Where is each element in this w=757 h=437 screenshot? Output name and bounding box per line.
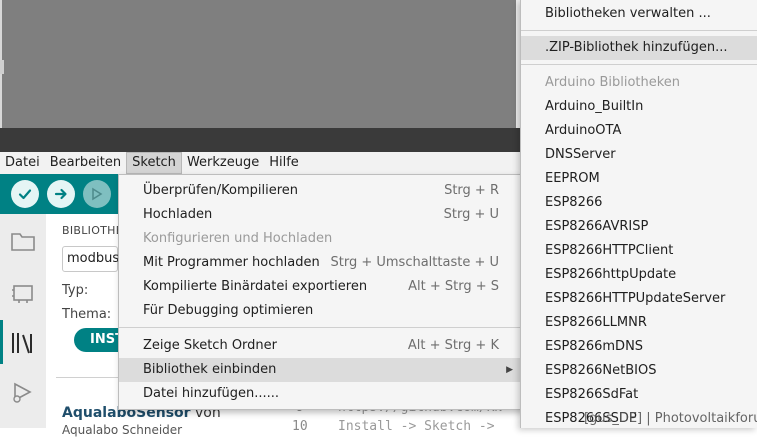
submenu-library-item[interactable]: ArduinoOTA [521,119,757,143]
submenu-library-item[interactable]: ESP8266NetBIOS [521,359,757,383]
submenu-library-item[interactable]: ESP8266LLMNR [521,311,757,335]
submenu-section-header: Arduino Bibliotheken [545,75,681,90]
line-number: 10 [292,419,308,434]
board-icon[interactable] [10,280,36,306]
menu-item-label: Zeige Sketch Ordner [143,338,278,353]
menu-item-label: Hochladen [143,207,213,222]
sketch-dropdown-menu: Überprüfen/Kompilieren Strg + R Hochlade… [118,174,522,410]
menu-datei[interactable]: Datei [0,152,45,174]
submenu-item-manage-libraries[interactable]: Bibliotheken verwalten ... [521,2,757,26]
menu-item-include-library[interactable]: Bibliothek einbinden ▶ [119,358,521,382]
include-library-submenu: Bibliotheken verwalten ... .ZIP-Biblioth… [520,0,757,428]
submenu-library-item[interactable]: ESP8266 [521,191,757,215]
library-entry-author: Aqualabo Schneider [62,423,183,437]
watermark: [gus_DE] | Photovoltaikforum [584,411,757,426]
menu-separator [521,30,757,31]
shortcut-label: Alt + Strg + S [408,279,499,294]
upload-button[interactable] [47,180,75,208]
code-line: Install -> Sketch -> [338,419,495,434]
submenu-library-item[interactable]: ESP8266AVRISP [521,215,757,239]
menu-item-show-folder[interactable]: Zeige Sketch Ordner Alt + Strg + K [119,334,521,358]
submenu-library-item[interactable]: ESP8266HTTPClient [521,239,757,263]
menu-item-label: Kompilierte Binärdatei exportieren [143,279,368,294]
submenu-library-item[interactable]: ESP8266mDNS [521,335,757,359]
menu-item-export-binary[interactable]: Kompilierte Binärdatei exportieren Alt +… [119,275,521,299]
menu-item-configure-upload: Konfigurieren und Hochladen [119,227,521,251]
menu-separator [521,64,757,65]
topic-filter-label: Thema: [62,307,112,322]
menu-item-optimize-debug[interactable]: Für Debugging optimieren [119,299,521,323]
menu-item-label: Datei hinzufügen...... [143,386,280,401]
menu-item-upload-programmer[interactable]: Mit Programmer hochladen Strg + Umschalt… [119,251,521,275]
folder-icon[interactable] [10,228,36,254]
menu-separator [119,327,521,328]
menu-item-add-file[interactable]: Datei hinzufügen...... [119,382,521,406]
shortcut-label: Strg + Umschalttaste + U [330,255,500,270]
menu-item-upload[interactable]: Hochladen Strg + U [119,203,521,227]
menu-werkzeuge[interactable]: Werkzeuge [182,152,264,174]
library-search-input[interactable]: modbus [62,246,119,272]
verify-button[interactable] [11,180,39,208]
shortcut-label: Strg + R [444,183,499,198]
check-icon [18,189,32,200]
menu-sketch[interactable]: Sketch [126,152,182,174]
menu-item-label: Für Debugging optimieren [143,303,314,318]
install-button[interactable]: INST [74,328,124,352]
submenu-library-item[interactable]: DNSServer [521,143,757,167]
shortcut-label: Strg + U [443,207,499,222]
menu-item-label: Bibliothek einbinden [143,362,277,377]
background-window-edge [0,60,4,74]
submenu-item-add-zip[interactable]: .ZIP-Bibliothek hinzufügen... [521,36,757,60]
library-icon[interactable] [10,330,36,356]
library-panel-title: BIBLIOTHE [62,224,124,237]
type-filter-label: Typ: [62,283,89,298]
divider [56,377,120,378]
menu-item-label: Mit Programmer hochladen [143,255,320,270]
arrow-right-icon [54,188,67,200]
background-window-overlay [0,0,516,128]
submenu-library-item[interactable]: ESP8266HTTPUpdateServer [521,287,757,311]
submenu-library-item[interactable]: ESP8266SdFat [521,383,757,407]
submenu-library-item[interactable]: Arduino_BuiltIn [521,95,757,119]
menu-item-label: Konfigurieren und Hochladen [143,231,333,246]
menu-bearbeiten[interactable]: Bearbeiten [45,152,126,174]
submenu-library-item[interactable]: EEPROM [521,167,757,191]
menu-hilfe[interactable]: Hilfe [264,152,304,174]
menu-item-verify[interactable]: Überprüfen/Kompilieren Strg + R [119,179,521,203]
window-title-bar [0,128,522,152]
menu-item-label: Überprüfen/Kompilieren [143,183,299,198]
sidebar [0,214,46,428]
shortcut-label: Alt + Strg + K [407,338,499,353]
menubar: Datei Bearbeiten Sketch Werkzeuge Hilfe [0,152,522,174]
debug-sidebar-icon[interactable] [10,380,36,406]
sidebar-active-indicator [0,320,3,364]
debug-icon [92,187,103,201]
debug-button[interactable] [83,180,111,208]
submenu-arrow-icon: ▶ [506,365,513,375]
submenu-library-item[interactable]: ESP8266httpUpdate [521,263,757,287]
